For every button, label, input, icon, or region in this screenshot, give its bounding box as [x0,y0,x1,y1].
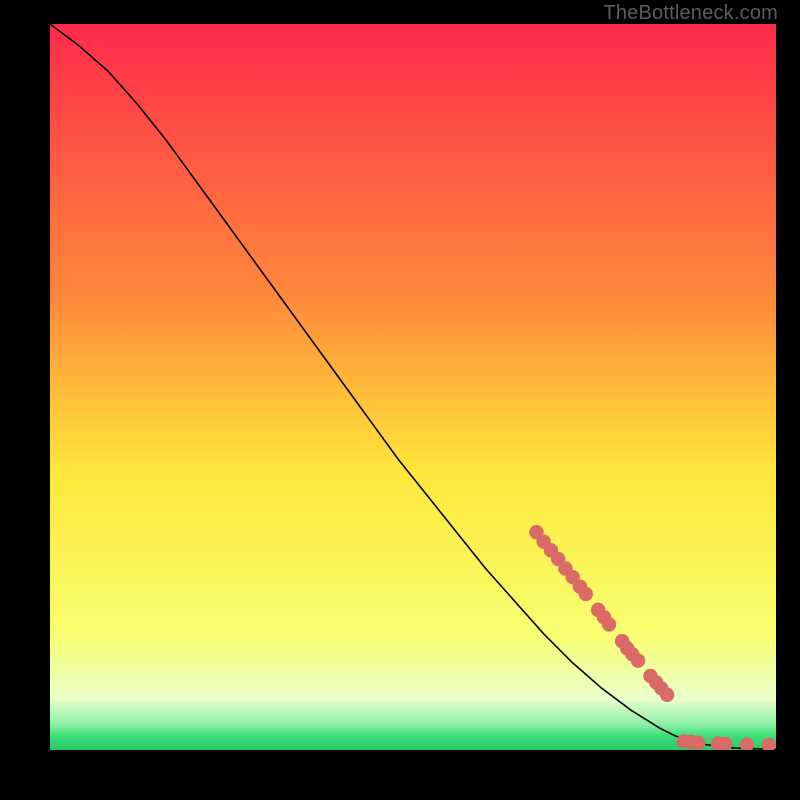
data-marker [602,617,616,631]
gradient-background [50,24,776,750]
data-marker [631,654,645,668]
data-marker [691,736,705,750]
data-marker [579,587,593,601]
chart-frame: TheBottleneck.com [0,0,800,800]
data-marker [660,688,674,702]
chart-plot [50,24,776,750]
watermark-text: TheBottleneck.com [603,2,778,25]
